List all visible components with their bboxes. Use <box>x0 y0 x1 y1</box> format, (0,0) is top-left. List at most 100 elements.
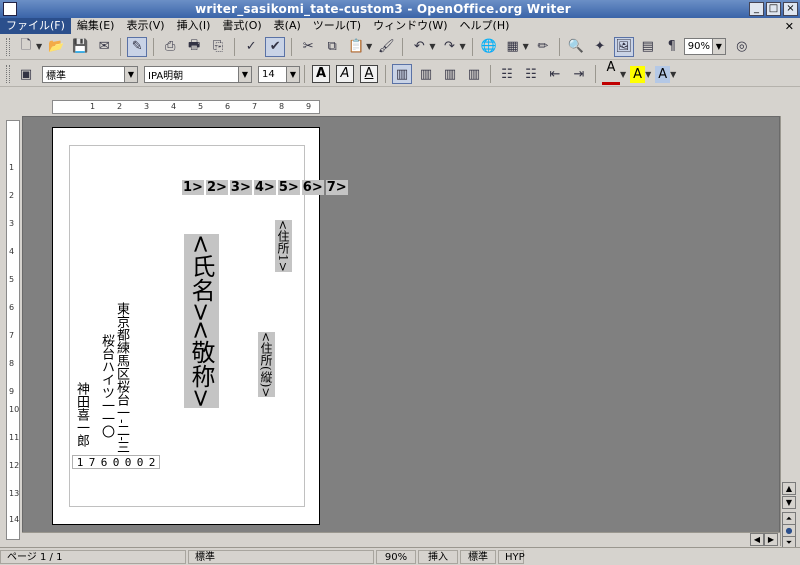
status-selection-mode[interactable]: 標準 <box>460 549 496 564</box>
toolbar-grip[interactable] <box>6 65 10 83</box>
horizontal-scrollbar[interactable]: ◀ ▶ <box>22 532 780 546</box>
document-workarea[interactable]: 1> 2> 3> 4> 5> 6> 7> <住所1> <氏名> <敬称> <住所… <box>22 116 780 546</box>
maximize-button[interactable]: □ <box>766 2 781 16</box>
align-top-icon[interactable]: ▥ <box>392 64 412 84</box>
align-bottom-icon[interactable]: ▥ <box>440 64 460 84</box>
postal-digit-field[interactable]: 1> <box>182 180 204 195</box>
save-icon[interactable]: 💾 <box>70 37 90 57</box>
navigator-icon[interactable]: ✦ <box>590 37 610 57</box>
menu-edit[interactable]: 編集(E) <box>71 18 121 34</box>
chevron-down-icon[interactable]: ▼ <box>711 39 725 54</box>
hyperlink-icon[interactable]: 🌐 <box>479 37 499 57</box>
data-sources-icon[interactable]: ▤ <box>638 37 658 57</box>
justify-icon[interactable]: ▥ <box>464 64 484 84</box>
edit-mode-icon[interactable]: ✎ <box>127 36 148 57</box>
menu-window[interactable]: ウィンドウ(W) <box>367 18 453 34</box>
close-button[interactable]: × <box>783 2 798 16</box>
postal-digit-field[interactable]: 4> <box>253 180 276 195</box>
gallery-icon[interactable]: 🖼 <box>613 36 634 57</box>
character-background-button[interactable]: A <box>655 65 671 83</box>
paste-icon[interactable]: 📋 <box>346 37 366 57</box>
font-name-select[interactable]: IPA明朝 ▼ <box>144 65 252 83</box>
scroll-right-icon[interactable]: ▶ <box>764 533 778 546</box>
underline-button[interactable]: A <box>360 65 378 83</box>
scroll-down-icon[interactable]: ▼ <box>782 496 796 509</box>
chevron-down-icon[interactable]: ▼ <box>366 42 372 51</box>
align-center-icon[interactable]: ▥ <box>416 64 436 84</box>
document-page[interactable]: 1> 2> 3> 4> 5> 6> 7> <住所1> <氏名> <敬称> <住所… <box>52 127 348 525</box>
menu-insert[interactable]: 挿入(I) <box>171 18 217 34</box>
chevron-down-icon[interactable]: ▼ <box>523 42 529 51</box>
status-zoom[interactable]: 90% <box>376 549 416 564</box>
status-page[interactable]: ページ 1 / 1 <box>0 549 186 564</box>
close-document-icon[interactable]: ✕ <box>785 20 794 33</box>
highlight-button[interactable]: A <box>630 65 646 83</box>
copy-icon[interactable]: ⧉ <box>322 37 342 57</box>
italic-button[interactable]: A <box>336 65 354 83</box>
chevron-down-icon[interactable]: ▼ <box>124 66 137 82</box>
help-lifebuoy-icon[interactable]: ◎ <box>732 37 752 57</box>
address1-field[interactable]: <住所1> <box>275 220 292 272</box>
mail-icon[interactable]: ✉ <box>94 37 114 57</box>
print-preview-icon[interactable]: ⎘ <box>208 37 228 57</box>
postal-digit-field[interactable]: 2> <box>205 180 228 195</box>
postal-digit-field[interactable]: 5> <box>277 180 300 195</box>
formatting-marks-icon[interactable]: ¶ <box>662 37 682 57</box>
vertical-scrollbar[interactable]: ▲ ▼ ⏶ ● ⏷ <box>780 116 796 549</box>
numbering-icon[interactable]: ☷ <box>497 64 517 84</box>
table-icon[interactable]: ▦ <box>503 37 523 57</box>
cut-icon[interactable]: ✂ <box>298 37 318 57</box>
auto-spellcheck-icon[interactable]: ✔ <box>265 36 286 57</box>
scroll-up-icon[interactable]: ▲ <box>782 482 796 495</box>
menu-help[interactable]: ヘルプ(H) <box>454 18 516 34</box>
chevron-down-icon[interactable]: ▼ <box>238 66 251 82</box>
spellcheck-icon[interactable]: ✓ <box>241 37 261 57</box>
bold-button[interactable]: A <box>312 65 330 83</box>
honorific-field[interactable]: <敬称> <box>184 320 219 409</box>
menu-file[interactable]: ファイル(F) <box>0 18 71 34</box>
export-pdf-icon[interactable]: ⎙ <box>160 37 180 57</box>
address-vertical-field[interactable]: <住所(縦)> <box>258 332 275 398</box>
font-size-select[interactable]: 14 ▼ <box>258 65 300 83</box>
decrease-indent-icon[interactable]: ⇤ <box>545 64 565 84</box>
chevron-down-icon[interactable]: ▼ <box>645 70 651 79</box>
chevron-down-icon[interactable]: ▼ <box>36 42 42 51</box>
postal-digit-field[interactable]: 6> <box>301 180 324 195</box>
menu-format[interactable]: 書式(O) <box>216 18 267 34</box>
status-hyperlink-mode[interactable]: HYP <box>498 549 525 564</box>
status-insert-mode[interactable]: 挿入 <box>418 549 458 564</box>
minimize-button[interactable]: _ <box>749 2 764 16</box>
zoom-select[interactable]: 90% ▼ <box>683 38 726 55</box>
chevron-down-icon[interactable]: ▼ <box>620 70 626 79</box>
status-style[interactable]: 標準 <box>188 549 374 564</box>
menu-table[interactable]: 表(A) <box>268 18 307 34</box>
redo-icon[interactable]: ↷ <box>439 37 459 57</box>
chevron-down-icon[interactable]: ▼ <box>459 42 465 51</box>
new-document-icon[interactable]: 🗋 <box>16 37 36 57</box>
print-icon[interactable]: 🖶 <box>184 37 204 57</box>
menu-view[interactable]: 表示(V) <box>120 18 170 34</box>
undo-icon[interactable]: ↶ <box>409 37 429 57</box>
vertical-ruler[interactable]: 1 2 3 4 5 6 7 8 9 10 11 12 13 14 <box>6 120 20 540</box>
scroll-left-icon[interactable]: ◀ <box>750 533 764 546</box>
bullets-icon[interactable]: ☷ <box>521 64 541 84</box>
open-folder-icon[interactable]: 📂 <box>46 37 66 57</box>
clone-format-icon[interactable]: 🖌 <box>376 37 396 57</box>
ruler-tick-label: 11 <box>9 433 20 442</box>
chevron-down-icon[interactable]: ▼ <box>429 42 435 51</box>
postal-digit-field[interactable]: 3> <box>229 180 252 195</box>
draw-functions-icon[interactable]: ✏ <box>533 37 553 57</box>
find-replace-icon[interactable]: 🔍 <box>566 37 586 57</box>
postal-digit-field[interactable]: 7> <box>325 180 348 195</box>
styles-formatting-icon[interactable]: ▣ <box>16 64 36 84</box>
font-color-button[interactable]: A <box>602 60 620 88</box>
app-icon[interactable] <box>3 2 17 16</box>
paragraph-style-select[interactable]: 標準 ▼ <box>42 65 138 83</box>
increase-indent-icon[interactable]: ⇥ <box>569 64 589 84</box>
name-field[interactable]: <氏名> <box>184 234 219 323</box>
menu-tools[interactable]: ツール(T) <box>307 18 367 34</box>
chevron-down-icon[interactable]: ▼ <box>670 70 676 79</box>
horizontal-ruler[interactable]: 1 2 3 4 5 6 7 8 9 <box>52 100 320 114</box>
toolbar-grip[interactable] <box>6 37 10 56</box>
chevron-down-icon[interactable]: ▼ <box>286 66 299 82</box>
